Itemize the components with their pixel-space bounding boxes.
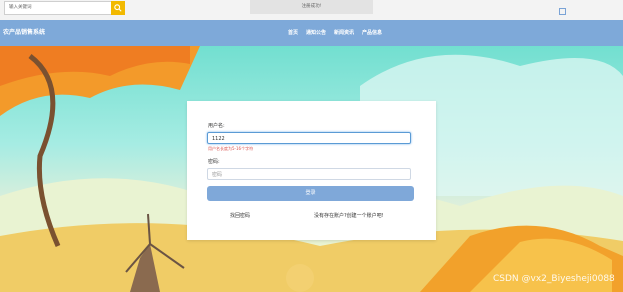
main-nav: 首页 通知公告 新闻资讯 产品信息 bbox=[288, 29, 382, 36]
search-input[interactable]: 输入关键词 bbox=[4, 1, 111, 15]
login-button[interactable]: 登录 bbox=[207, 186, 414, 201]
login-panel: 用户名: 1122 用户名长度为5-16个字符 密码: 密码 登录 找回密码 没… bbox=[187, 101, 436, 240]
nav-products[interactable]: 产品信息 bbox=[362, 29, 382, 36]
username-label: 用户名: bbox=[208, 123, 225, 129]
watermark: CSDN @vx2_Biyesheji0088 bbox=[493, 274, 615, 284]
nav-home[interactable]: 首页 bbox=[288, 29, 298, 36]
nav-notices[interactable]: 通知公告 bbox=[306, 29, 326, 36]
site-title: 农产品销售系统 bbox=[3, 29, 46, 36]
search-button[interactable] bbox=[111, 1, 125, 15]
top-bar: 输入关键词 注册成功! bbox=[0, 0, 623, 91]
nav-news[interactable]: 新闻资讯 bbox=[334, 29, 354, 36]
nav-bar: 农产品销售系统 首页 通知公告 新闻资讯 产品信息 bbox=[0, 20, 623, 46]
password-label: 密码: bbox=[208, 159, 220, 165]
password-input[interactable]: 密码 bbox=[207, 168, 411, 180]
search-icon bbox=[114, 4, 122, 12]
username-error: 用户名长度为5-16个字符 bbox=[208, 146, 254, 151]
username-input[interactable]: 1122 bbox=[207, 132, 411, 144]
forgot-password-link[interactable]: 找回密码 bbox=[230, 212, 250, 219]
search-bar: 输入关键词 bbox=[4, 1, 125, 15]
register-link[interactable]: 没有存在账户?创建一个账户吧! bbox=[314, 212, 384, 219]
toast-notice: 注册成功! bbox=[250, 0, 373, 14]
grid-icon[interactable] bbox=[559, 8, 566, 15]
